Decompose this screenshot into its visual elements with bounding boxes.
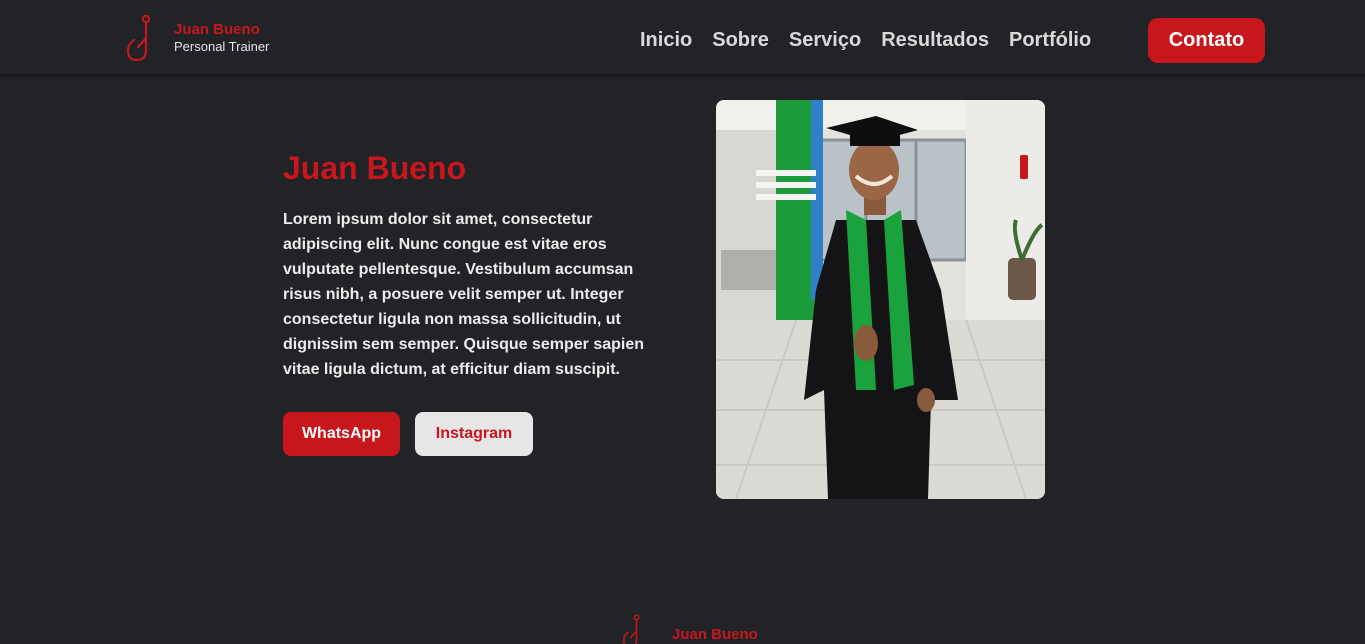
j-logo-icon	[623, 614, 640, 644]
whatsapp-button[interactable]: WhatsApp	[283, 412, 400, 456]
j-logo-icon	[126, 14, 151, 62]
nav-servico[interactable]: Serviço	[789, 26, 861, 54]
hero-description: Lorem ipsum dolor sit amet, consectetur …	[283, 211, 645, 378]
site-header: Juan Bueno Personal Trainer Inicio Sobre…	[0, 0, 1365, 75]
footer-brand[interactable]: Juan Bueno	[620, 614, 758, 644]
brand-subtitle: Personal Trainer	[174, 39, 270, 54]
footer-brand-name: Juan Bueno	[672, 626, 758, 643]
main-nav: Inicio Sobre Serviço Resultados Portfóli…	[640, 26, 1091, 54]
hero-title: Juan Bueno	[283, 150, 467, 186]
graduation-photo-image	[716, 100, 1045, 499]
nav-inicio[interactable]: Inicio	[640, 26, 692, 54]
instagram-button[interactable]: Instagram	[415, 412, 533, 456]
nav-sobre[interactable]: Sobre	[712, 26, 769, 54]
contact-button[interactable]: Contato	[1148, 18, 1265, 63]
profile-photo	[716, 100, 1045, 499]
brand-name: Juan Bueno	[174, 21, 260, 38]
brand[interactable]: Juan Bueno Personal Trainer	[124, 14, 269, 62]
nav-portfolio[interactable]: Portfólio	[1009, 26, 1091, 54]
brand-text: Juan Bueno Personal Trainer	[174, 21, 269, 55]
nav-resultados[interactable]: Resultados	[881, 26, 989, 54]
